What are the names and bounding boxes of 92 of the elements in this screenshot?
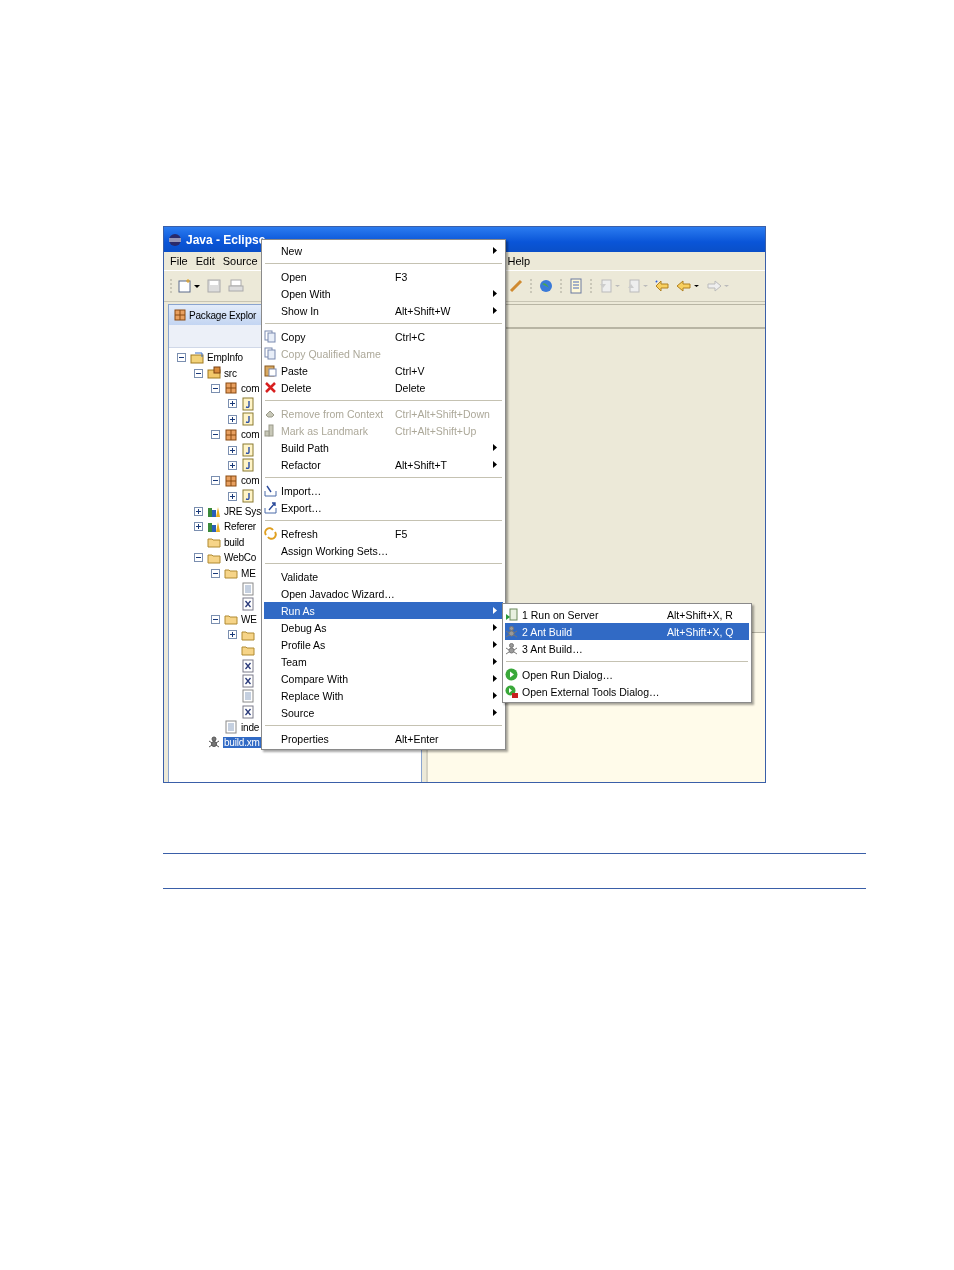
menu-item[interactable]: Source [264,704,503,721]
file-icon [224,720,238,735]
tree-item[interactable]: com [240,429,261,441]
menu-item[interactable]: Import… [264,482,503,499]
globe-icon[interactable] [538,278,554,294]
eclipse-logo-icon [168,232,182,247]
menu-item[interactable]: Open External Tools Dialog… [505,683,749,700]
refresh-icon [264,527,277,540]
paste-icon [264,364,277,377]
collapse-toggle[interactable] [194,368,203,378]
collapse-toggle[interactable] [211,568,220,578]
menu-item[interactable]: Open With [264,285,503,302]
menu-item[interactable]: Profile As [264,636,503,653]
menu-item[interactable]: Copy Ctrl+C [264,328,503,345]
menu-item[interactable]: 3 Ant Build… [505,640,749,657]
menu-item[interactable]: Refresh F5 [264,525,503,542]
menu-item[interactable]: Properties Alt+Enter [264,730,503,747]
menu-item[interactable]: Open Javadoc Wizard… [264,585,503,602]
folder-icon [224,566,238,581]
menu-item[interactable]: Debug As [264,619,503,636]
menu-item[interactable]: Validate [264,568,503,585]
menu-item[interactable]: New [264,242,503,259]
menu-item[interactable]: Replace With [264,687,503,704]
collapse-toggle[interactable] [211,430,220,440]
package-icon [224,473,238,488]
tree-item[interactable]: build.xm [223,736,261,748]
tree-item[interactable]: build [223,536,246,548]
landmark-icon [264,424,277,437]
ant-icon [207,735,221,750]
menu-bar-item[interactable]: Help [503,255,535,267]
copy-icon [264,347,277,360]
expand-toggle[interactable] [228,630,237,640]
menu-item[interactable]: Refactor Alt+Shift+T [264,456,503,473]
menu-item[interactable]: Export… [264,499,503,516]
tree-item[interactable]: EmpInfo [206,352,244,364]
tree-item[interactable]: src [223,367,238,379]
tree-item[interactable]: com [240,382,261,394]
server-icon [505,608,518,621]
expand-toggle[interactable] [228,399,237,409]
tree-item[interactable]: JRE Sys [223,506,262,518]
run-tools-icon [505,685,518,698]
last-edit-icon[interactable] [654,278,670,294]
import-icon [264,484,277,497]
collapse-toggle[interactable] [177,353,186,363]
expand-toggle[interactable] [194,507,203,517]
collapse-toggle[interactable] [211,476,220,486]
collapse-toggle[interactable] [211,383,220,393]
collapse-toggle[interactable] [194,553,203,563]
menu-item[interactable]: Paste Ctrl+V [264,362,503,379]
delete-icon [264,381,277,394]
tree-item[interactable]: ME [240,567,257,579]
folder-icon [224,612,238,627]
menu-item[interactable]: 1 Run on Server Alt+Shift+X, R [505,606,749,623]
menu-bar-item[interactable]: File [166,255,192,267]
menu-item[interactable]: Compare With [264,670,503,687]
collapse-toggle[interactable] [211,614,220,624]
menu-item[interactable]: Delete Delete [264,379,503,396]
menu-bar-item[interactable]: Source [218,255,262,267]
view-tab-label: Package Explor [189,309,257,321]
menu-item[interactable]: Run As [264,602,503,619]
tree-item[interactable]: WE [240,613,258,625]
export-icon [264,501,277,514]
menu-item[interactable]: Show In Alt+Shift+W [264,302,503,319]
expand-toggle[interactable] [228,460,237,470]
run-icon [505,668,518,681]
package-icon [224,427,238,442]
menu-item[interactable]: 2 Ant Build Alt+Shift+X, Q [505,623,749,640]
tree-item[interactable]: WebCo [223,552,258,564]
folder-icon [207,535,221,550]
source-folder-icon [207,366,221,381]
back-arrow-icon[interactable] [676,278,700,294]
menu-bar-item[interactable]: Edit [191,255,219,267]
menu-item[interactable]: Open Run Dialog… [505,666,749,683]
expand-toggle[interactable] [228,414,237,424]
tree-item[interactable]: Referer [223,521,257,533]
tree-item[interactable]: inde [240,721,261,733]
ant-icon [505,625,518,638]
ant-icon [505,642,518,655]
expand-toggle[interactable] [228,491,237,501]
menu-item[interactable]: Open F3 [264,268,503,285]
menu-item[interactable]: Assign Working Sets… [264,542,503,559]
new-file-icon[interactable] [178,278,200,294]
package-explorer-icon [174,309,186,321]
project-icon [190,350,204,365]
copy-icon [264,330,277,343]
tree-item[interactable]: com [240,475,261,487]
expand-toggle[interactable] [194,522,203,532]
package-icon [224,381,238,396]
menu-item[interactable]: Build Path [264,439,503,456]
library-icon [207,520,221,534]
expand-toggle[interactable] [228,445,237,455]
menu-item[interactable]: Team [264,653,503,670]
